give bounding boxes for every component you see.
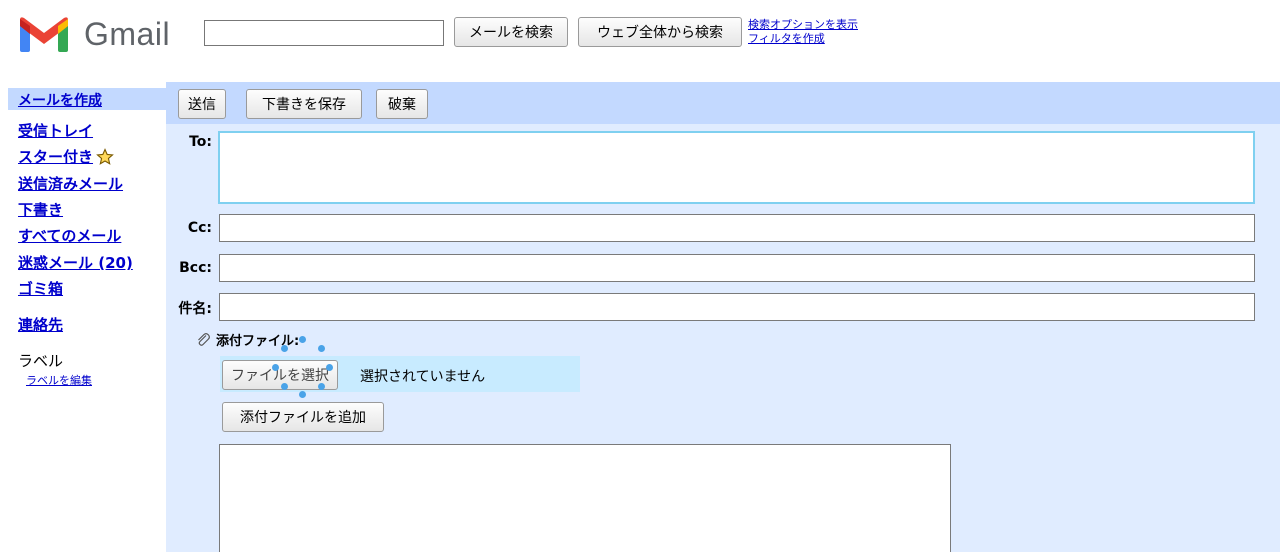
compose-highlight: メールを作成 — [8, 88, 166, 110]
sidebar-item-sent[interactable]: 送信済みメール — [18, 173, 123, 194]
edit-labels-link[interactable]: ラベルを編集 — [26, 374, 92, 387]
search-links: 検索オプションを表示 フィルタを作成 — [748, 18, 858, 46]
sidebar-item-label[interactable]: 送信済みメール — [18, 175, 123, 193]
sidebar-item-starred[interactable]: スター付き — [18, 146, 114, 167]
subject-field[interactable] — [219, 293, 1255, 321]
sidebar-item-all-mail[interactable]: すべてのメール — [18, 225, 121, 246]
bcc-label: Bcc: — [179, 260, 212, 276]
sidebar-item-contacts[interactable]: 連絡先 — [18, 314, 63, 335]
sidebar-item-trash[interactable]: ゴミ箱 — [18, 278, 63, 299]
message-body[interactable] — [219, 444, 951, 552]
search-input[interactable] — [204, 20, 444, 46]
sidebar-item-label[interactable]: 迷惑メール (20) — [18, 254, 133, 272]
bcc-field[interactable] — [219, 254, 1255, 282]
create-filter-link[interactable]: フィルタを作成 — [748, 32, 858, 46]
gmail-logo[interactable]: Gmail — [18, 14, 170, 54]
sidebar-item-drafts[interactable]: 下書き — [18, 199, 63, 220]
edit-labels-container: ラベルを編集 — [26, 372, 92, 388]
sidebar-item-label[interactable]: 受信トレイ — [18, 122, 93, 140]
subject-label: 件名: — [178, 301, 212, 317]
discard-button[interactable]: 破棄 — [376, 89, 428, 119]
compose-link[interactable]: メールを作成 — [18, 90, 102, 110]
sidebar-item-label[interactable]: 連絡先 — [18, 316, 63, 334]
sidebar-item-label[interactable]: スター付き — [18, 146, 93, 167]
sidebar-item-label[interactable]: ゴミ箱 — [18, 280, 63, 298]
labels-heading: ラベル — [18, 352, 64, 370]
compose-toolbar: 送信 下書きを保存 破棄 — [166, 82, 1280, 124]
no-file-selected-text: 選択されていません — [360, 369, 486, 385]
send-button[interactable]: 送信 — [178, 89, 226, 119]
add-attachment-button[interactable]: 添付ファイルを追加 — [222, 402, 384, 432]
search-web-button[interactable]: ウェブ全体から検索 — [578, 17, 742, 47]
sidebar-item-spam[interactable]: 迷惑メール (20) — [18, 252, 133, 273]
sidebar-item-label[interactable]: すべてのメール — [18, 227, 121, 245]
gmail-m-icon — [20, 17, 68, 52]
top-bar: Gmail メールを検索 ウェブ全体から検索 検索オプションを表示 フィルタを作… — [0, 0, 1280, 70]
search-options-link[interactable]: 検索オプションを表示 — [748, 18, 858, 32]
cc-label: Cc: — [187, 220, 212, 236]
to-label: To: — [189, 134, 212, 150]
save-draft-button[interactable]: 下書きを保存 — [246, 89, 362, 119]
cc-field[interactable] — [219, 214, 1255, 242]
star-icon — [96, 147, 114, 165]
to-field[interactable] — [218, 131, 1255, 204]
search-mail-button[interactable]: メールを検索 — [454, 17, 568, 47]
sidebar-item-label[interactable]: 下書き — [18, 201, 63, 219]
sidebar-item-inbox[interactable]: 受信トレイ — [18, 120, 93, 141]
gmail-wordmark: Gmail — [84, 15, 171, 52]
paperclip-icon — [198, 332, 210, 346]
